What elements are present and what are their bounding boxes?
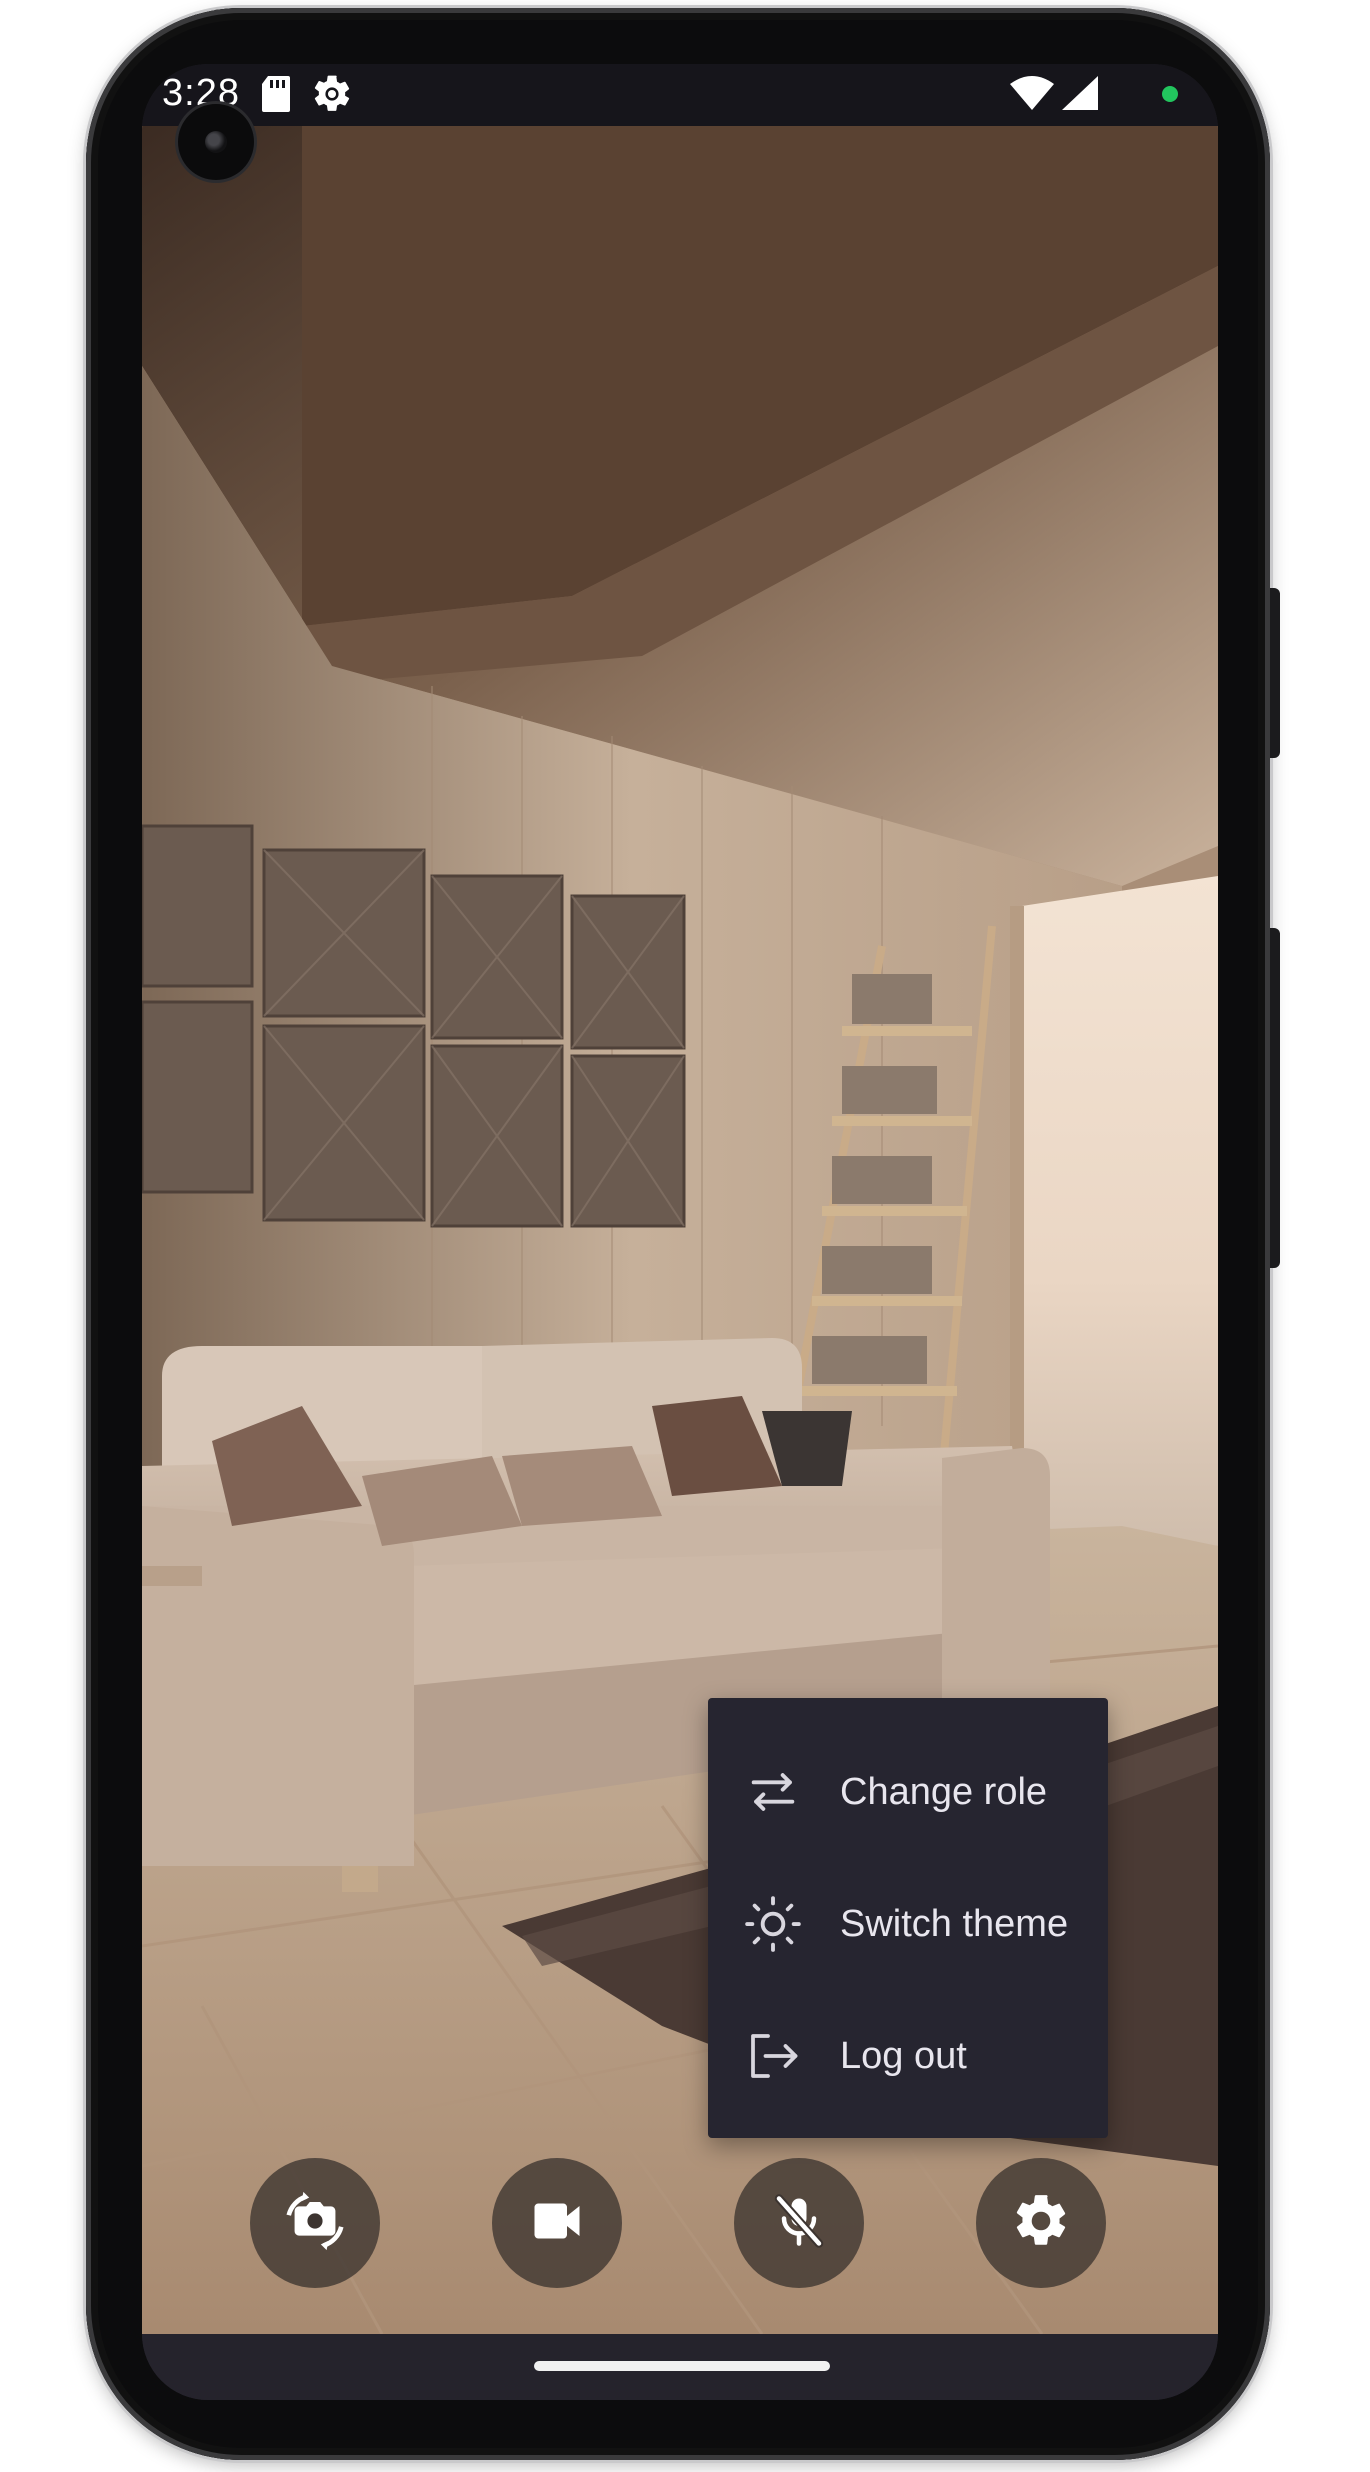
mic-off-icon xyxy=(769,2191,829,2256)
sd-card-icon xyxy=(260,74,292,119)
phone-screen: 3:28 Change role Switch theme Log out xyxy=(142,64,1218,2400)
video-button[interactable] xyxy=(492,2158,622,2288)
menu-item-label: Switch theme xyxy=(840,1902,1069,1945)
logout-icon xyxy=(742,2025,804,2087)
menu-item-label: Change role xyxy=(840,1770,1048,1813)
menu-item-switch-theme[interactable]: Switch theme xyxy=(708,1858,1108,1990)
camera-flip-icon xyxy=(280,2186,350,2261)
home-gesture-handle[interactable] xyxy=(534,2361,830,2371)
settings-button[interactable] xyxy=(976,2158,1106,2288)
overflow-menu: Change role Switch theme Log out xyxy=(708,1698,1108,2138)
power-button xyxy=(1270,588,1280,758)
microphone-button[interactable] xyxy=(734,2158,864,2288)
front-camera xyxy=(178,104,254,180)
navigation-bar xyxy=(142,2334,1218,2400)
menu-item-label: Log out xyxy=(840,2034,967,2077)
video-camera-icon xyxy=(527,2191,587,2256)
swap-arrows-icon xyxy=(742,1761,804,1823)
switch-camera-button[interactable] xyxy=(250,2158,380,2288)
sun-icon xyxy=(742,1893,804,1955)
menu-item-log-out[interactable]: Log out xyxy=(708,1990,1108,2122)
privacy-indicator-dot xyxy=(1162,86,1178,102)
menu-item-change-role[interactable]: Change role xyxy=(708,1726,1108,1858)
wifi-icon xyxy=(1010,76,1054,115)
status-bar: 3:28 xyxy=(142,64,1218,126)
settings-gear-icon xyxy=(310,72,354,121)
volume-button xyxy=(1270,928,1280,1268)
cellular-signal-icon xyxy=(1062,76,1098,115)
gear-icon xyxy=(1010,2190,1072,2257)
